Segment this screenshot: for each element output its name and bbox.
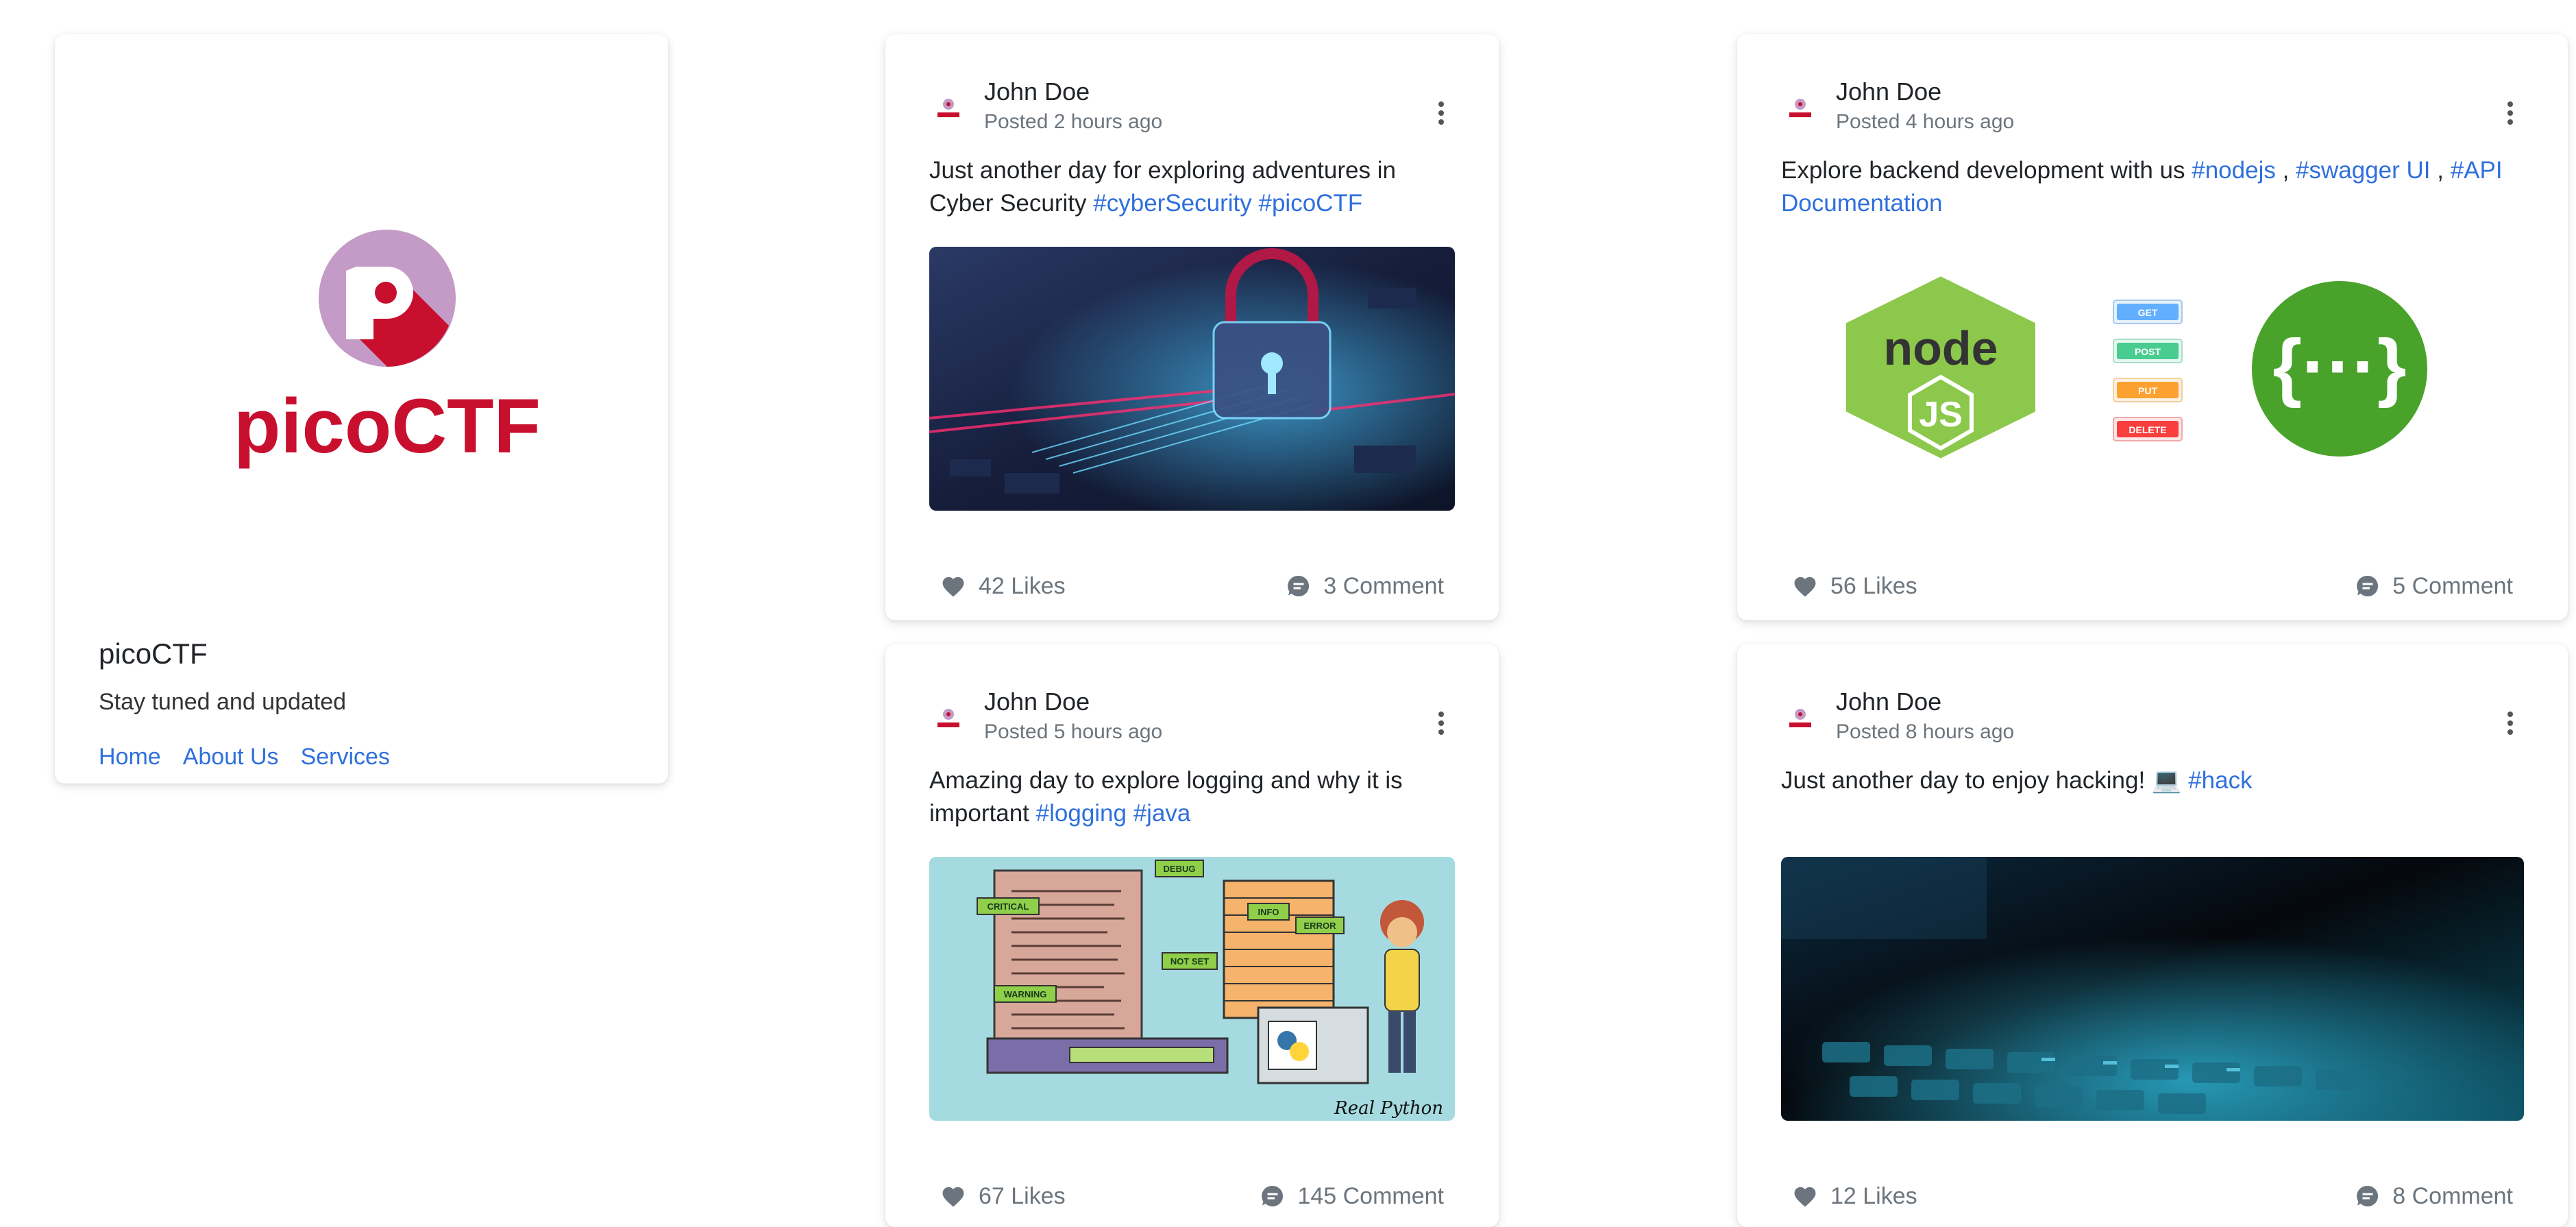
log-level-info: INFO [1258,907,1279,917]
heart-icon [1794,1187,1816,1207]
post-card: John Doe Posted 4 hours ago Explore back… [1737,34,2568,620]
author-name[interactable]: John Doe [984,685,1162,718]
like-button[interactable]: 67 Likes [940,1183,1066,1210]
comment-icon [2357,1185,2379,1206]
post-body: Explore backend development with us [1781,157,2185,184]
logo-text: picoCTF [234,383,541,469]
like-button[interactable]: 56 Likes [1792,573,1917,600]
profile-links: Home About Us Services [99,744,390,770]
post-image-keyboard[interactable] [1781,857,2524,1121]
real-python-brand: Real Python [1334,1098,1443,1119]
link-about-us[interactable]: About Us [183,744,279,770]
avatar[interactable] [1781,701,1819,739]
method-delete: DELETE [2129,424,2166,435]
post-footer: 42 Likes 3 Comment [940,569,1444,603]
log-level-warning: WARNING [1004,989,1047,999]
post-text: Just another day for exploring adventure… [929,154,1455,220]
post-header: John Doe Posted 8 hours ago [1781,685,2524,754]
comments-count: 3 Comment [1323,572,1444,599]
comments-count: 145 Comment [1297,1182,1444,1209]
more-vertical-icon[interactable] [1427,96,1455,130]
comment-button[interactable]: 3 Comment [1286,573,1444,600]
post-text: Explore backend development with us #nod… [1781,157,2503,217]
post-time: Posted 2 hours ago [984,110,1163,133]
method-put: PUT [2138,385,2157,396]
log-level-error: ERROR [1304,921,1337,931]
author-name[interactable]: John Doe [1836,685,2014,718]
log-level-not-set: NOT SET [1170,956,1209,967]
post-header: John Doe Posted 5 hours ago [929,685,1455,754]
hashtag[interactable]: #picoCTF [1258,190,1362,217]
avatar[interactable] [929,701,968,739]
post-footer: 56 Likes 5 Comment [1792,569,2513,603]
comment-icon [2357,575,2379,596]
like-button[interactable]: 42 Likes [940,573,1066,600]
more-vertical-icon[interactable] [1427,706,1455,740]
like-button[interactable]: 12 Likes [1792,1183,1917,1210]
author-name[interactable]: John Doe [1836,75,2014,108]
http-methods-graphic: GET POST PUT DELETE [2113,300,2183,441]
comment-button[interactable]: 145 Comment [1260,1183,1444,1210]
comments-count: 5 Comment [2392,572,2513,599]
comment-button[interactable]: 8 Comment [2355,1183,2513,1210]
post-text: Amazing day to explore logging and why i… [929,764,1455,830]
nodejs-js-text: JS [1919,395,1963,435]
post-body: Just another day to enjoy hacking! 💻 [1781,767,2182,794]
swagger-symbol: {···} [2272,324,2407,409]
link-services[interactable]: Services [301,744,390,770]
post-footer: 12 Likes 8 Comment [1792,1179,2513,1213]
log-level-debug: DEBUG [1164,864,1196,874]
post-time: Posted 5 hours ago [984,720,1163,743]
author-name[interactable]: John Doe [984,75,1162,108]
heart-icon [942,1187,964,1207]
comments-count: 8 Comment [2392,1182,2513,1209]
avatar[interactable] [1781,90,1819,129]
post-footer: 67 Likes 145 Comment [940,1179,1444,1213]
hashtag[interactable]: #nodejs [2192,157,2276,184]
comment-icon [1262,1185,1284,1206]
likes-count: 67 Likes [979,1182,1066,1209]
picoctf-logo: picoCTF [223,223,552,511]
post-card: John Doe Posted 8 hours ago Just another… [1737,644,2568,1227]
post-text: Just another day to enjoy hacking! 💻 #ha… [1781,764,2524,797]
log-level-critical: CRITICAL [988,901,1029,912]
post-card: John Doe Posted 5 hours ago Amazing day … [885,644,1499,1227]
nodejs-logo-text: node [1883,321,1998,375]
method-post: POST [2135,346,2161,357]
comment-icon [1288,575,1310,596]
link-home[interactable]: Home [99,744,161,770]
more-vertical-icon[interactable] [2497,706,2524,740]
post-header: John Doe Posted 2 hours ago [929,75,1455,144]
likes-count: 12 Likes [1830,1182,1917,1209]
profile-card: picoCTF picoCTF Stay tuned and updated H… [55,34,668,783]
hashtag[interactable]: #java [1133,800,1191,827]
post-image-cyber-lock[interactable] [929,247,1455,511]
hashtag[interactable]: #hack [2188,767,2252,794]
heart-icon [1794,576,1816,597]
hashtag[interactable]: #logging [1036,800,1127,827]
post-image-backend-tools[interactable]: node JS GET POST PUT DELETE {···} [1781,247,2524,511]
more-vertical-icon[interactable] [2497,96,2524,130]
post-image-logging[interactable]: DEBUG CRITICAL INFO ERROR NOT SET WARNIN… [929,857,1455,1121]
method-get: GET [2138,307,2158,318]
post-time: Posted 4 hours ago [1836,110,2015,133]
avatar[interactable] [929,90,968,129]
profile-tagline: Stay tuned and updated [99,689,347,715]
profile-name: picoCTF [99,637,208,670]
likes-count: 42 Likes [979,572,1066,599]
post-header: John Doe Posted 4 hours ago [1781,75,2524,144]
likes-count: 56 Likes [1830,572,1917,599]
post-card: John Doe Posted 2 hours ago Just another… [885,34,1499,620]
post-time: Posted 8 hours ago [1836,720,2015,743]
hashtag[interactable]: #swagger UI [2296,157,2430,184]
hashtag[interactable]: #cyberSecurity [1093,190,1251,217]
comment-button[interactable]: 5 Comment [2355,573,2513,600]
heart-icon [942,576,964,597]
